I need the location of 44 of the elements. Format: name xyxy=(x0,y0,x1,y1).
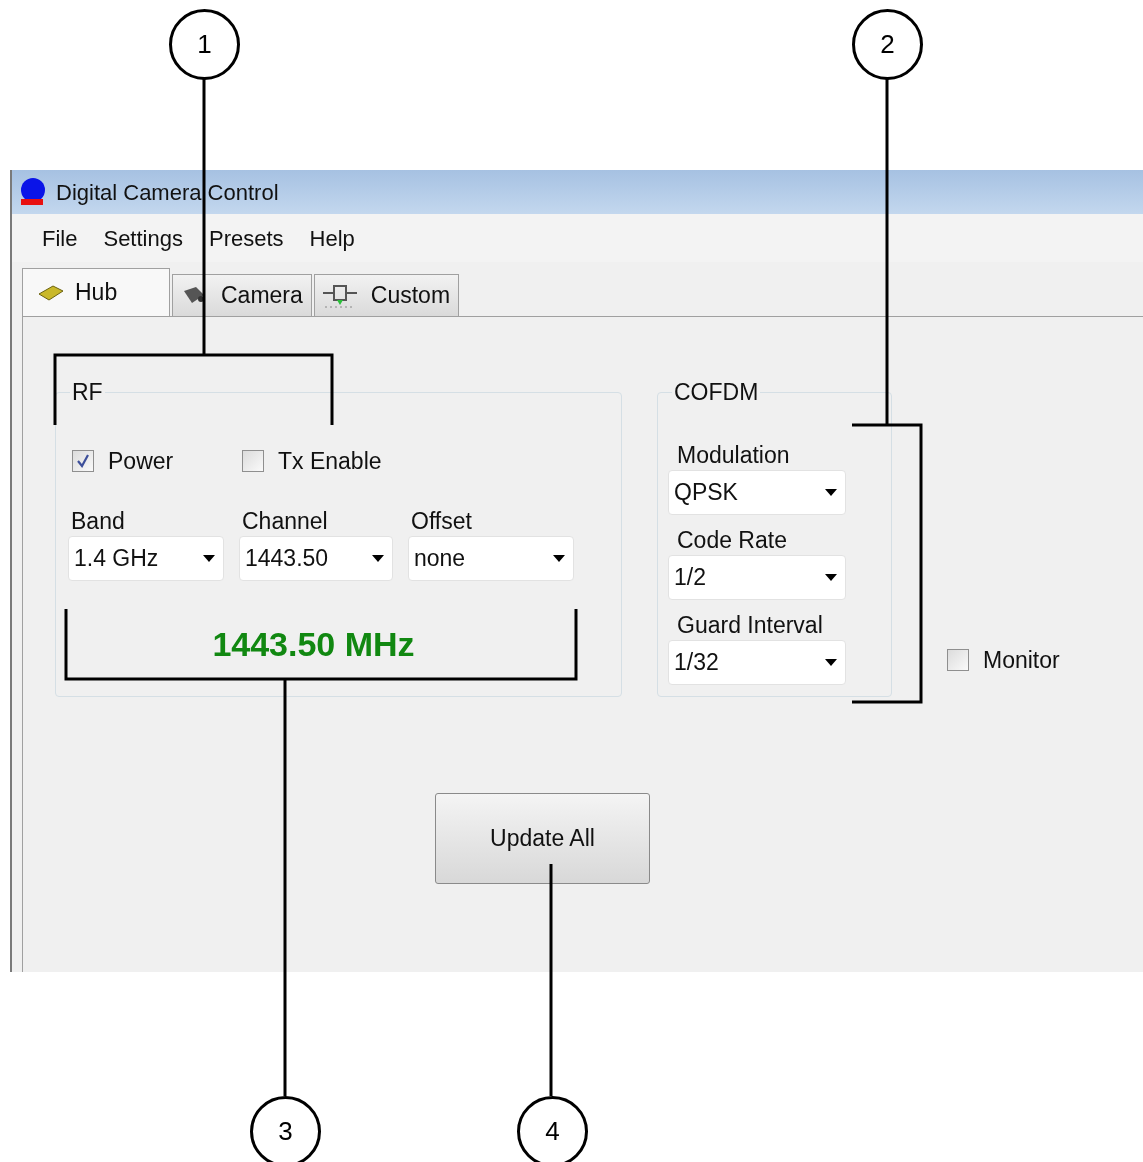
field-label: Code Rate xyxy=(676,525,788,555)
group-title: RF xyxy=(71,378,104,407)
dropdown[interactable]: 1/2 xyxy=(668,554,846,600)
group-title: COFDM xyxy=(673,378,760,407)
dropdown[interactable]: none xyxy=(408,536,574,581)
field-label: Band xyxy=(70,507,126,536)
field-label: Offset xyxy=(410,507,473,536)
frequency-readout: 1443.50 MHz xyxy=(212,624,415,665)
dropdown[interactable]: 1443.50 xyxy=(239,536,393,581)
tab[interactable]: Hub xyxy=(22,268,170,316)
callout-marker: 3 xyxy=(250,1096,321,1162)
menu-item[interactable]: Help xyxy=(299,221,365,255)
checkbox-label: Power xyxy=(108,446,174,476)
callout-marker: 4 xyxy=(517,1096,588,1162)
caret-icon xyxy=(553,555,565,562)
tab[interactable]: Camera xyxy=(172,274,312,316)
caret-icon xyxy=(825,488,837,496)
caret-icon xyxy=(203,555,215,562)
callout-marker: 2 xyxy=(852,9,923,80)
dropdown[interactable]: QPSK xyxy=(668,469,846,515)
checkbox[interactable] xyxy=(947,649,969,672)
caret-icon xyxy=(372,555,384,562)
checkbox-label: Tx Enable xyxy=(278,446,382,476)
device-icon xyxy=(37,283,65,302)
field-label: Channel xyxy=(241,507,329,536)
tab[interactable]: Custom xyxy=(313,274,460,316)
caret-icon xyxy=(825,573,837,581)
dropdown[interactable]: 1.4 GHz xyxy=(68,536,224,581)
field-label: Guard Interval xyxy=(676,610,824,640)
caret-icon xyxy=(825,658,837,666)
update-all-button[interactable]: Update All xyxy=(435,793,650,884)
checkbox[interactable] xyxy=(242,449,264,472)
app-logo-icon xyxy=(18,177,48,207)
checkbox[interactable] xyxy=(72,449,94,472)
window-title: Digital Camera Control xyxy=(56,178,279,207)
checkbox-label: Monitor xyxy=(983,646,1060,675)
checkmark-icon xyxy=(76,453,90,468)
menu-item[interactable]: File xyxy=(32,221,88,255)
menu-item[interactable]: Presets xyxy=(198,221,294,255)
menu-item[interactable]: Settings xyxy=(93,221,193,255)
dropdown[interactable]: 1/32 xyxy=(668,639,846,685)
connector-icon xyxy=(322,282,357,309)
callout-marker: 1 xyxy=(169,9,240,80)
field-label: Modulation xyxy=(676,440,791,470)
